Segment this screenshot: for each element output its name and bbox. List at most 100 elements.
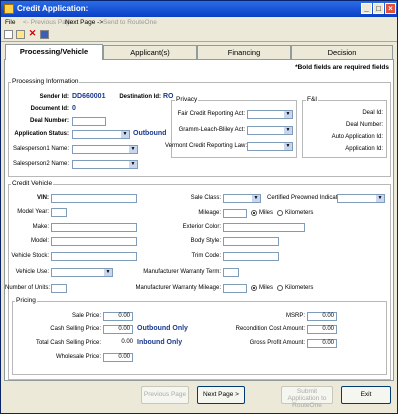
- submit-to-routeone-button[interactable]: Submit Application to RouteOne: [281, 386, 333, 409]
- salesperson2-select[interactable]: ▼: [72, 160, 138, 169]
- toolbar: ✕: [1, 28, 397, 42]
- msrp-input[interactable]: 0.00: [307, 312, 337, 321]
- mfr-warranty-mileage-input[interactable]: [223, 284, 247, 293]
- glba-select[interactable]: ▼: [247, 126, 293, 135]
- sale-price-label: Sale Price:: [71, 313, 101, 319]
- chevron-down-icon: ▼: [376, 195, 384, 202]
- tab-applicants[interactable]: Applicant(s): [103, 45, 197, 59]
- submit-label-line1: Submit Application to: [287, 388, 327, 402]
- deal-id-label: Deal Id:: [362, 110, 383, 116]
- trim-code-label: Trim Code:: [191, 253, 221, 259]
- model-input[interactable]: [51, 237, 137, 246]
- mfr-warranty-term-input[interactable]: [223, 268, 239, 277]
- sale-price-input[interactable]: 0.00: [103, 312, 133, 321]
- vermont-label: Vermont Credit Reporting Law:: [165, 143, 248, 149]
- menu-bar: File <- Previous Page Next Page -> Send …: [1, 17, 397, 28]
- chevron-down-icon: ▼: [284, 143, 292, 150]
- chevron-down-icon: ▼: [129, 146, 137, 153]
- menu-next-page[interactable]: Next Page ->: [65, 17, 103, 28]
- tab-financing[interactable]: Financing: [197, 45, 291, 59]
- warranty-km-radio[interactable]: [277, 285, 283, 291]
- chevron-down-icon: ▼: [129, 161, 137, 168]
- chevron-down-icon: ▼: [104, 269, 112, 276]
- fandi-deal-number-label: Deal Number:: [345, 122, 383, 128]
- close-icon[interactable]: ×: [385, 3, 396, 14]
- exterior-color-label: Exterior Color:: [182, 224, 221, 230]
- salesperson2-label: Salesperson2 Name:: [12, 161, 69, 167]
- number-of-units-input[interactable]: [51, 284, 67, 293]
- make-input[interactable]: [51, 223, 137, 232]
- deal-number-input[interactable]: [72, 117, 106, 126]
- vehicle-use-select[interactable]: ▼: [51, 268, 113, 277]
- total-cash-selling-value: 0.00: [121, 339, 133, 345]
- minimize-icon[interactable]: _: [361, 3, 372, 14]
- wholesale-price-label: Wholesale Price:: [55, 354, 101, 360]
- trim-code-input[interactable]: [223, 252, 279, 261]
- mileage-km-radio[interactable]: [277, 210, 283, 216]
- submit-label-line2: RouteOne: [292, 402, 322, 409]
- vin-input[interactable]: [51, 194, 137, 203]
- sender-id-label: Sender Id:: [39, 94, 69, 100]
- save-icon[interactable]: [40, 30, 49, 39]
- open-folder-icon[interactable]: [16, 30, 25, 39]
- application-status-value: Outbound: [133, 130, 167, 137]
- new-document-icon[interactable]: [4, 30, 13, 39]
- required-fields-note: *Bold fields are required fields: [295, 64, 389, 71]
- wholesale-price-input[interactable]: 0.00: [103, 353, 133, 362]
- menu-file[interactable]: File: [5, 17, 15, 28]
- tab-decision[interactable]: Decision: [291, 45, 393, 59]
- maximize-icon[interactable]: □: [373, 3, 384, 14]
- certified-preowned-select[interactable]: ▼: [337, 194, 385, 203]
- body-style-input[interactable]: [223, 237, 279, 246]
- cash-selling-price-label: Cash Selling Price:: [50, 326, 101, 332]
- sale-class-label: Sale Class:: [190, 195, 221, 201]
- total-cash-selling-label: Total Cash Selling Price:: [35, 340, 101, 346]
- make-label: Make:: [32, 224, 49, 230]
- tab-processing-vehicle[interactable]: Processing/Vehicle: [5, 44, 103, 60]
- exit-button[interactable]: Exit: [341, 386, 391, 404]
- warranty-km-label: Kilometers: [285, 285, 314, 291]
- cash-selling-price-input[interactable]: 0.00: [103, 325, 133, 334]
- mfr-warranty-term-label: Manufacturer Warranty Term:: [143, 269, 221, 275]
- credit-vehicle-label: Credit Vehicle: [11, 180, 54, 187]
- recondition-cost-input[interactable]: 0.00: [307, 325, 337, 334]
- model-label: Model:: [30, 238, 49, 244]
- salesperson1-select[interactable]: ▼: [72, 145, 138, 154]
- outbound-only-note: Outbound Only: [137, 325, 188, 332]
- application-status-select[interactable]: ▼: [72, 130, 130, 139]
- msrp-label: MSRP:: [285, 313, 305, 319]
- gross-profit-input[interactable]: 0.00: [307, 339, 337, 348]
- menu-send-to-routeone[interactable]: Send to RouteOne: [103, 17, 157, 28]
- vehicle-stock-input[interactable]: [51, 252, 137, 261]
- processing-vehicle-panel: *Bold fields are required fields Process…: [4, 59, 394, 381]
- vermont-select[interactable]: ▼: [247, 142, 293, 151]
- chevron-down-icon: ▼: [284, 111, 292, 118]
- exterior-color-input[interactable]: [223, 223, 305, 232]
- chevron-down-icon: ▼: [284, 127, 292, 134]
- model-year-label: Model Year:: [17, 209, 49, 215]
- document-id-label: Document Id:: [30, 106, 69, 112]
- mileage-input[interactable]: [223, 209, 247, 218]
- mileage-label: Mileage:: [198, 210, 221, 216]
- delete-icon[interactable]: ✕: [28, 29, 37, 39]
- warranty-miles-radio[interactable]: [251, 285, 257, 291]
- vehicle-stock-label: Vehicle Stock:: [11, 253, 49, 259]
- inbound-only-note: Inbound Only: [137, 339, 183, 346]
- destination-id-label: Destination Id:: [119, 94, 161, 100]
- sale-class-select[interactable]: ▼: [223, 194, 261, 203]
- mileage-miles-radio[interactable]: [251, 210, 257, 216]
- recondition-cost-label: Recondition Cost Amount:: [235, 326, 305, 332]
- previous-page-button[interactable]: Previous Page: [141, 386, 189, 404]
- next-page-button[interactable]: Next Page >: [197, 386, 245, 404]
- number-of-units-label: Number of Units:: [5, 285, 51, 291]
- pricing-label: Pricing: [15, 297, 37, 304]
- model-year-input[interactable]: [51, 208, 67, 217]
- processing-info-label: Processing Information: [11, 78, 80, 85]
- sender-id-value: DD660001: [72, 93, 106, 100]
- window-title: Credit Application:: [17, 4, 89, 13]
- fcra-select[interactable]: ▼: [247, 110, 293, 119]
- deal-number-label: Deal Number:: [29, 118, 69, 124]
- app-icon: [4, 4, 14, 14]
- fandi-label: F&I: [306, 96, 319, 103]
- privacy-label: Privacy: [175, 96, 199, 103]
